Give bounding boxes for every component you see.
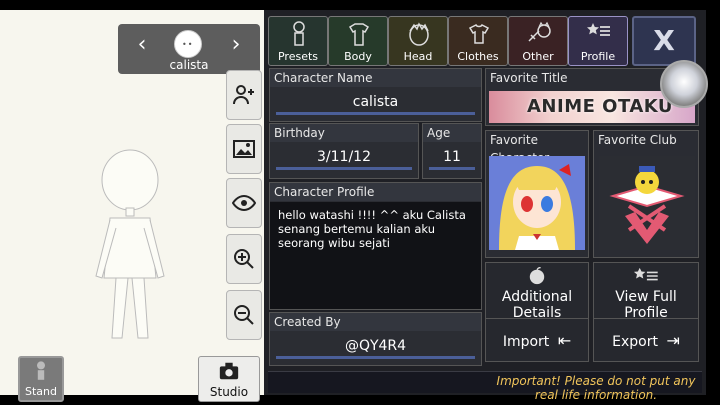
age-label: Age: [423, 124, 481, 142]
export-button[interactable]: Export ⇥: [593, 318, 699, 362]
zoom-in-button[interactable]: [226, 234, 262, 284]
tab-clothes[interactable]: Clothes: [448, 16, 508, 66]
character-canvas[interactable]: ‹ › calista Stand Studio: [0, 10, 264, 402]
favorite-title-text: ANIME OTAKU: [527, 96, 674, 117]
tab-presets[interactable]: Presets: [268, 16, 328, 66]
stand-label: Stand: [25, 385, 57, 398]
created-by-box: Created By @QY4R4: [269, 312, 482, 366]
tab-profile[interactable]: Profile: [568, 16, 628, 66]
import-button[interactable]: Import ⇤: [485, 318, 589, 362]
tab-other[interactable]: Other: [508, 16, 568, 66]
birthday-label: Birthday: [270, 124, 418, 142]
character-profile-box: Character Profile hello watashi !!!! ^^ …: [269, 182, 482, 310]
body-icon: [348, 23, 370, 46]
close-button[interactable]: X: [632, 16, 696, 66]
profile-icon: [587, 23, 610, 36]
background-button[interactable]: [226, 124, 262, 174]
character-name-field[interactable]: calista: [276, 91, 475, 115]
favorite-club-label: Favorite Club: [598, 133, 677, 147]
zoom-out-button[interactable]: [226, 290, 262, 340]
birthday-box: Birthday 3/11/12: [269, 123, 419, 179]
import-label: Import: [502, 334, 550, 350]
tab-head-label: Head: [403, 50, 433, 63]
privacy-warning: Important! Please do not put any real li…: [496, 374, 696, 402]
view-full-profile-label: View Full Profile: [615, 289, 677, 321]
favorite-character-label: Favorite Character: [490, 133, 549, 165]
settings-orb-icon[interactable]: [660, 60, 708, 108]
profile-list-icon: [633, 267, 658, 281]
tab-presets-label: Presets: [277, 50, 319, 63]
view-full-profile-button[interactable]: View Full Profile: [593, 262, 699, 324]
chevron-right-icon[interactable]: ›: [224, 32, 248, 57]
zoom-in-icon: [234, 249, 254, 269]
apple-icon: [529, 267, 545, 285]
favorite-club-box[interactable]: Favorite Club: [593, 130, 699, 258]
other-icon: [528, 21, 551, 42]
studio-button[interactable]: Studio: [198, 356, 260, 402]
additional-details-button[interactable]: Additional Details: [485, 262, 589, 324]
export-icon: ⇥: [666, 331, 680, 350]
character-profile-label: Character Profile: [270, 183, 481, 201]
favorite-character-box[interactable]: Favorite Character: [485, 130, 589, 258]
presets-icon: [293, 21, 305, 46]
age-box: Age 11: [422, 123, 482, 179]
character-name-label: Character Name: [270, 69, 481, 87]
camera-icon: [219, 362, 239, 380]
clothes-icon: [468, 23, 490, 44]
tab-body[interactable]: Body: [328, 16, 388, 66]
zoom-out-icon: [234, 305, 254, 325]
visibility-button[interactable]: [226, 178, 262, 228]
birthday-field[interactable]: 3/11/12: [276, 146, 412, 170]
category-tabs: Presets Body Head Clothes Other Profile: [268, 16, 628, 68]
tab-other-label: Other: [522, 50, 554, 63]
chevron-left-icon[interactable]: ‹: [130, 32, 154, 57]
tab-profile-label: Profile: [580, 50, 616, 63]
age-field[interactable]: 11: [429, 146, 475, 170]
image-icon: [233, 140, 255, 158]
stand-button[interactable]: Stand: [18, 356, 64, 402]
additional-details-label: Additional Details: [501, 289, 573, 321]
head-icon: [409, 22, 429, 46]
favorite-character-image: [489, 156, 585, 250]
tab-head[interactable]: Head: [388, 16, 448, 66]
character-avatar[interactable]: [174, 30, 202, 58]
profile-panel: Presets Body Head Clothes Other Profile …: [264, 10, 706, 402]
export-label: Export: [612, 334, 658, 350]
character-doll[interactable]: [80, 148, 180, 348]
studio-label: Studio: [209, 385, 249, 399]
favorite-club-emblem: [599, 156, 695, 250]
character-profile-textarea[interactable]: hello watashi !!!! ^^ aku Calista senang…: [270, 202, 481, 309]
tab-body-label: Body: [344, 50, 372, 63]
import-icon: ⇤: [557, 331, 572, 350]
pose-icon: [37, 361, 45, 380]
tab-clothes-label: Clothes: [457, 50, 499, 63]
created-by-field[interactable]: @QY4R4: [276, 335, 475, 359]
character-name-box: Character Name calista: [269, 68, 482, 122]
add-character-button[interactable]: [226, 70, 262, 120]
character-selector: ‹ › calista: [118, 24, 260, 74]
created-by-label: Created By: [270, 313, 481, 331]
eye-icon: [232, 194, 256, 212]
add-person-icon: [233, 85, 254, 105]
